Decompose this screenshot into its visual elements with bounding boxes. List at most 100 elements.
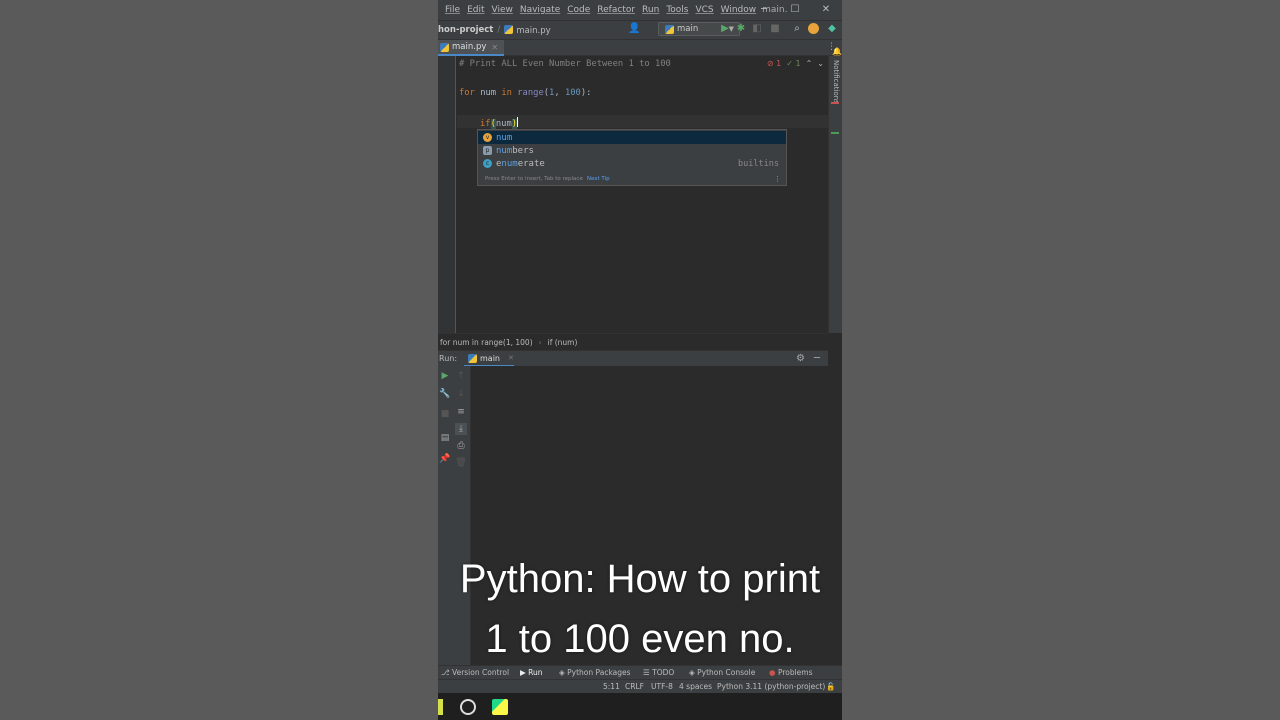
- completion-source: builtins: [738, 158, 779, 169]
- editor-tab-bar: main.py ✕ ⋮: [438, 39, 842, 56]
- status-bar: 5:11 CRLF UTF-8 4 spaces Python 3.11 (py…: [438, 679, 842, 693]
- inspection-widget[interactable]: ⊘ 1 ✓ 1 ⌃ ⌄: [767, 59, 824, 68]
- change-marker[interactable]: [831, 132, 839, 134]
- arrow-down-icon[interactable]: ↓: [455, 388, 467, 400]
- tool-python-console[interactable]: ◈ Python Console: [689, 668, 755, 677]
- menu-edit[interactable]: Edit: [467, 5, 484, 15]
- hide-icon[interactable]: ─: [814, 353, 820, 364]
- menu-window[interactable]: Window: [721, 5, 757, 15]
- code-line-comment: # Print ALL Even Number Between 1 to 100: [459, 59, 671, 69]
- indent-setting[interactable]: 4 spaces: [679, 682, 712, 691]
- menu-refactor[interactable]: Refactor: [597, 5, 635, 15]
- code-editor[interactable]: ⊘ 1 ✓ 1 ⌃ ⌄ # Print ALL Even Number Betw…: [438, 56, 828, 333]
- minimize-icon[interactable]: ─: [756, 2, 772, 18]
- breadcrumb-arrow-icon: ›: [538, 337, 542, 347]
- debug-icon[interactable]: ✱: [735, 23, 747, 35]
- python-file-icon: [440, 42, 449, 52]
- more-options-icon[interactable]: ⋮: [774, 175, 781, 183]
- close-window-icon[interactable]: ✕: [818, 2, 834, 18]
- tool-python-packages[interactable]: ◈ Python Packages: [559, 668, 631, 677]
- parameter-icon: p: [483, 146, 492, 155]
- print-icon[interactable]: ⎙: [455, 440, 467, 452]
- menu-bar: File Edit View Navigate Code Refactor Ru…: [438, 0, 842, 20]
- app-icon-partial[interactable]: [438, 699, 443, 715]
- gear-icon[interactable]: ⚙: [796, 353, 805, 364]
- file-crumb[interactable]: main.py: [504, 24, 551, 36]
- chrome-icon[interactable]: [460, 699, 476, 715]
- completion-hint: Press Enter to insert, Tab to replace: [485, 176, 583, 182]
- completion-item-enumerate[interactable]: c e num erate builtins: [478, 157, 786, 170]
- code-line-for: for num in range(1, 100):: [459, 88, 592, 98]
- menu-run[interactable]: Run: [642, 5, 659, 15]
- scroll-to-end-icon[interactable]: ⤓: [455, 423, 467, 435]
- updates-icon[interactable]: [808, 23, 819, 34]
- breadcrumb-for[interactable]: for num in range(1, 100): [440, 338, 533, 347]
- stop-icon[interactable]: ■: [439, 408, 451, 420]
- close-tab-icon[interactable]: ✕: [508, 354, 514, 362]
- soft-wrap-icon[interactable]: ≡: [455, 406, 467, 418]
- layout-icon[interactable]: ▤: [439, 432, 451, 444]
- trash-icon[interactable]: 🗑: [455, 457, 467, 469]
- menu-vcs[interactable]: VCS: [695, 5, 713, 15]
- run-label: Run:: [439, 354, 458, 363]
- menu-code[interactable]: Code: [567, 5, 590, 15]
- code-completion-popup: v num p n um bers c e num erate builtins Pre…: [477, 129, 787, 186]
- tool-version-control[interactable]: ⎇ Version Control: [441, 668, 509, 677]
- file-crumb-label: main.py: [516, 25, 551, 36]
- run-toolbar: Run: main ✕ ⚙ ─: [438, 350, 828, 367]
- python-interpreter[interactable]: Python 3.11 (python-project): [717, 682, 825, 691]
- user-icon[interactable]: 👤: [628, 23, 640, 35]
- tool-todo[interactable]: ☰ TODO: [643, 668, 674, 677]
- tool-problems[interactable]: ● Problems: [769, 668, 813, 677]
- wrench-icon[interactable]: 🔧: [439, 388, 451, 400]
- error-marker[interactable]: [831, 102, 839, 104]
- crumb-separator: /: [497, 25, 501, 35]
- python-file-icon: [504, 24, 514, 34]
- search-icon[interactable]: ⌕: [791, 23, 803, 35]
- pycharm-icon[interactable]: [492, 699, 508, 715]
- arrow-up-icon[interactable]: ↑: [455, 370, 467, 382]
- menu-file[interactable]: File: [445, 5, 460, 15]
- left-blurred-background: [0, 0, 438, 720]
- line-separator[interactable]: CRLF: [625, 682, 644, 691]
- menu-navigate[interactable]: Navigate: [520, 5, 560, 15]
- code-breadcrumbs: for num in range(1, 100) › if (num): [438, 333, 828, 350]
- coverage-icon[interactable]: ◧: [751, 23, 763, 35]
- run-tab-label: main: [480, 353, 500, 363]
- project-crumb[interactable]: hon-project: [438, 25, 493, 35]
- file-encoding[interactable]: UTF-8: [651, 682, 673, 691]
- pin-icon[interactable]: 📌: [439, 453, 451, 465]
- jetbrains-icon[interactable]: ◆: [826, 23, 838, 35]
- stop-icon[interactable]: ■: [769, 23, 781, 35]
- chevron-up-icon[interactable]: ⌃: [806, 59, 813, 68]
- code-line-if: if(num): [480, 117, 519, 129]
- close-tab-icon[interactable]: ✕: [491, 43, 498, 52]
- error-count: ⊘ 1: [766, 59, 782, 68]
- completion-item-numbers[interactable]: p n um bers: [478, 144, 786, 157]
- chevron-down-icon[interactable]: ⌄: [817, 59, 824, 68]
- run-tab-main[interactable]: main ✕: [464, 351, 514, 367]
- breadcrumb-if[interactable]: if (num): [548, 338, 578, 347]
- next-tip-link[interactable]: Next Tip: [587, 176, 610, 182]
- menu-tools[interactable]: Tools: [666, 5, 688, 15]
- ok-count: ✓ 1: [786, 59, 801, 68]
- completion-footer: Press Enter to insert, Tab to replace Ne…: [478, 173, 786, 185]
- right-blurred-background: [842, 0, 1280, 720]
- bell-icon[interactable]: 🔔: [832, 47, 842, 56]
- class-icon: c: [483, 159, 492, 168]
- text-caret: [517, 117, 519, 127]
- lock-icon[interactable]: 🔓: [826, 682, 835, 691]
- rerun-icon[interactable]: ▶: [439, 370, 451, 382]
- tab-main-py[interactable]: main.py ✕: [438, 40, 505, 56]
- caret-position[interactable]: 5:11: [603, 682, 620, 691]
- tool-windows-bar: ⎇ Version Control ▶ Run ◈ Python Package…: [438, 665, 842, 679]
- python-config-icon: [468, 353, 477, 363]
- menu-view[interactable]: View: [492, 5, 513, 15]
- run-icon[interactable]: ▶: [719, 23, 731, 35]
- tab-label: main.py: [452, 42, 487, 52]
- ide-window: File Edit View Navigate Code Refactor Ru…: [438, 0, 842, 720]
- tool-run[interactable]: ▶ Run: [520, 668, 543, 677]
- completion-item-num[interactable]: v num: [478, 131, 786, 144]
- notifications-label[interactable]: Notifications: [832, 60, 840, 104]
- maximize-icon[interactable]: ☐: [787, 2, 803, 18]
